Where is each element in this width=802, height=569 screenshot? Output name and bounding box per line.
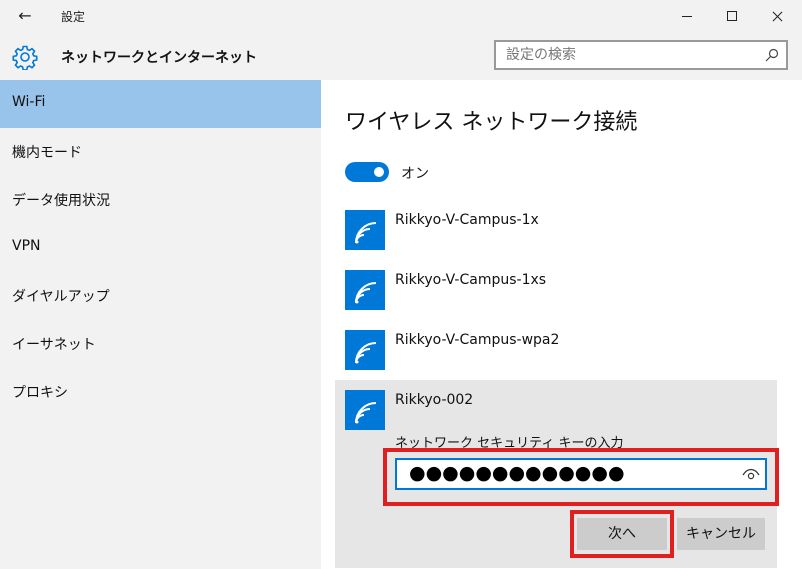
maximize-button[interactable] xyxy=(709,0,755,32)
toggle-knob xyxy=(374,167,384,177)
network-name: Rikkyo-002 xyxy=(395,392,474,408)
section-title: ワイヤレス ネットワーク接続 xyxy=(345,110,638,135)
sidebar-item-label: ダイヤルアップ xyxy=(12,289,110,305)
sidebar-item-label: 機内モード xyxy=(12,145,82,161)
wifi-icon xyxy=(345,270,385,310)
page-title: ネットワークとインターネット xyxy=(61,50,257,66)
gear-icon xyxy=(12,45,38,70)
sidebar-item-data-usage[interactable]: データ使用状況 xyxy=(0,176,321,224)
network-name: Rikkyo-V-Campus-1x xyxy=(395,212,539,228)
sidebar-item-vpn[interactable]: VPN xyxy=(0,224,321,272)
wifi-icon xyxy=(345,390,385,430)
sidebar-item-label: プロキシ xyxy=(12,385,68,401)
sidebar-item-proxy[interactable]: プロキシ xyxy=(0,368,321,416)
minimize-button[interactable] xyxy=(664,0,710,32)
highlight-box-next xyxy=(570,510,674,558)
search-input[interactable] xyxy=(496,42,756,68)
sidebar-item-label: イーサネット xyxy=(12,337,96,353)
cancel-button[interactable]: キャンセル xyxy=(677,518,765,550)
network-item[interactable]: Rikkyo-V-Campus-1xs xyxy=(335,260,777,320)
sidebar-item-label: データ使用状況 xyxy=(12,193,110,209)
sidebar-item-ethernet[interactable]: イーサネット xyxy=(0,320,321,368)
close-button[interactable] xyxy=(755,0,801,32)
title-bar: ← 設定 xyxy=(0,0,802,32)
network-name: Rikkyo-V-Campus-1xs xyxy=(395,272,547,288)
back-arrow-icon[interactable]: ← xyxy=(8,4,42,28)
network-item[interactable]: Rikkyo-V-Campus-wpa2 xyxy=(335,320,777,380)
network-name: Rikkyo-V-Campus-wpa2 xyxy=(395,332,560,348)
sidebar-item-label: Wi-Fi xyxy=(12,94,46,110)
search-icon[interactable] xyxy=(764,47,780,63)
toggle-label: オン xyxy=(401,166,429,182)
highlight-box-password xyxy=(383,448,779,506)
search-box[interactable] xyxy=(494,40,788,70)
sidebar: Wi-Fi 機内モード データ使用状況 VPN ダイヤルアップ イーサネット プ… xyxy=(0,80,321,569)
window-title: 設定 xyxy=(61,10,86,24)
main-content: ワイヤレス ネットワーク接続 オン Rikkyo-V-Campus-1x Rik… xyxy=(321,80,802,569)
sidebar-item-label: VPN xyxy=(12,238,41,254)
wifi-toggle[interactable] xyxy=(345,162,389,182)
wifi-icon xyxy=(345,210,385,250)
sidebar-item-dial-up[interactable]: ダイヤルアップ xyxy=(0,272,321,320)
page-header: ネットワークとインターネット xyxy=(0,32,802,80)
sidebar-item-airplane-mode[interactable]: 機内モード xyxy=(0,128,321,176)
wifi-icon xyxy=(345,330,385,370)
sidebar-item-wifi[interactable]: Wi-Fi xyxy=(0,80,321,128)
network-item[interactable]: Rikkyo-V-Campus-1x xyxy=(335,200,777,260)
